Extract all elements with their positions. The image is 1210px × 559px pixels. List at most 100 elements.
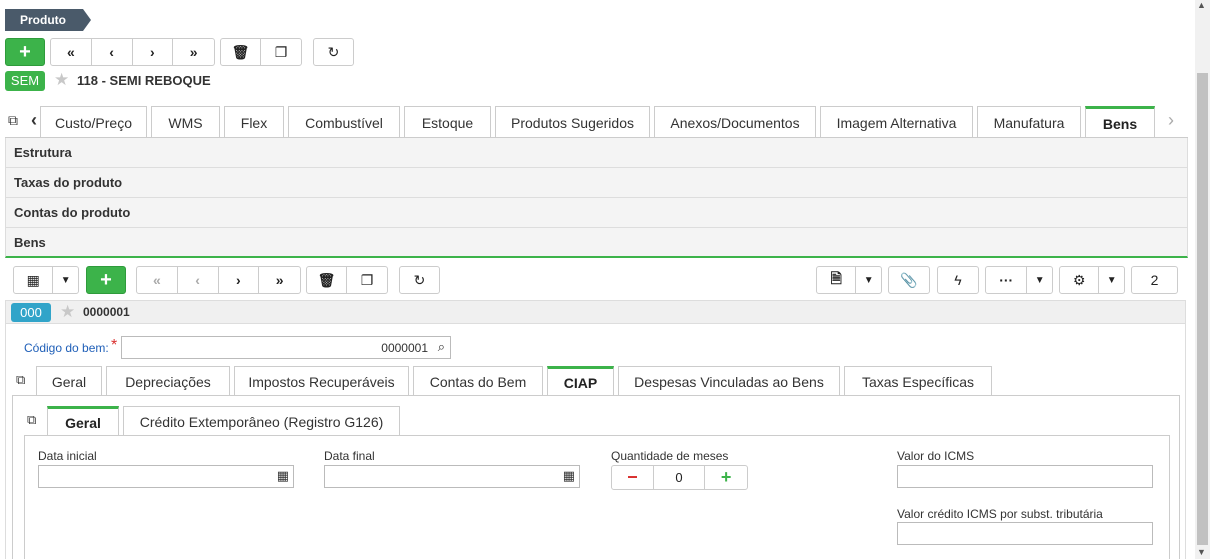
more-button[interactable]: ··· (986, 267, 1028, 293)
data-final-input[interactable]: ▦ (324, 465, 580, 488)
double-chevron-right-icon: » (189, 44, 198, 60)
record-count[interactable]: 2 (1131, 266, 1178, 294)
tab-despesas-vinculadas[interactable]: Despesas Vinculadas ao Bens (618, 366, 840, 396)
tab-anexos-documentos[interactable]: Anexos/Documentos (654, 106, 816, 138)
lightning-icon: ϟ (954, 272, 962, 288)
plus-icon: + (100, 268, 112, 291)
settings-button[interactable]: ⚙ (1060, 267, 1100, 293)
next-bem-button[interactable]: › (219, 267, 260, 293)
inner-tab-list-icon[interactable]: ⧉ (16, 372, 25, 388)
section-bens[interactable]: Bens (5, 228, 1188, 258)
breadcrumb[interactable]: Produto (5, 9, 91, 31)
copy-bem-button[interactable]: ❐ (347, 267, 387, 293)
view-mode-dropdown[interactable]: ▼ (53, 267, 78, 293)
data-inicial-input[interactable]: ▦ (38, 465, 294, 488)
ciap-tab-list-icon[interactable]: ⧉ (27, 412, 36, 428)
data-inicial-label: Data inicial (38, 449, 97, 463)
tab-geral[interactable]: Geral (36, 366, 102, 396)
tab-manufatura[interactable]: Manufatura (977, 106, 1081, 138)
tab-bens[interactable]: Bens (1085, 106, 1155, 138)
status-badge: SEM (5, 71, 45, 91)
double-chevron-right-icon: » (275, 272, 284, 288)
settings-group: ⚙ ▼ (1059, 266, 1125, 294)
report-button[interactable]: 🗎 (817, 267, 857, 293)
required-marker: * (111, 337, 118, 354)
quantidade-input[interactable]: 0 (654, 466, 706, 489)
tab-depreciacoes[interactable]: Depreciações (106, 366, 230, 396)
valor-credito-input[interactable] (897, 522, 1153, 545)
decrement-button[interactable]: − (612, 466, 654, 489)
favorite-star-icon[interactable]: ★ (54, 70, 69, 90)
increment-button[interactable]: + (705, 466, 747, 489)
view-mode-button[interactable]: ▦ (14, 267, 54, 293)
first-record-button[interactable]: « (51, 39, 92, 65)
copy-icon: ❐ (360, 271, 374, 288)
valor-icms-input[interactable] (897, 465, 1153, 488)
inner-tabs: Geral Depreciações Impostos Recuperáveis… (36, 366, 996, 396)
tab-estoque[interactable]: Estoque (404, 106, 491, 138)
tab-credito-extemporaneo[interactable]: Crédito Extemporâneo (Registro G126) (123, 406, 400, 436)
tab-produtos-sugeridos[interactable]: Produtos Sugeridos (495, 106, 650, 138)
table-icon: ▦ (26, 271, 40, 288)
valor-icms-label: Valor do ICMS (897, 449, 975, 463)
search-icon[interactable]: ⌕ (438, 339, 445, 355)
scrollbar-thumb[interactable] (1197, 73, 1208, 545)
double-chevron-left-icon: « (152, 272, 161, 288)
first-bem-button[interactable]: « (137, 267, 178, 293)
tab-ciap[interactable]: CIAP (547, 366, 614, 396)
edit-actions: 🗑 ❐ (220, 38, 302, 66)
tab-taxas-especificas[interactable]: Taxas Específicas (844, 366, 992, 396)
scroll-down-icon[interactable]: ▼ (1197, 547, 1206, 557)
last-bem-button[interactable]: » (259, 267, 300, 293)
copy-button[interactable]: ❐ (261, 39, 301, 65)
last-record-button[interactable]: » (173, 39, 214, 65)
codigo-input[interactable]: 0000001 ⌕ (121, 336, 451, 359)
tab-flex[interactable]: Flex (224, 106, 284, 138)
tabs-scroll-right-icon[interactable]: › (1168, 110, 1174, 131)
refresh-button[interactable]: ↻ (313, 38, 354, 66)
section-estrutura[interactable]: Estrutura (5, 138, 1188, 168)
more-dropdown[interactable]: ▼ (1027, 267, 1052, 293)
minus-icon: − (627, 467, 638, 487)
calendar-icon[interactable]: ▦ (563, 468, 575, 484)
previous-record-button[interactable]: ‹ (92, 39, 133, 65)
next-record-button[interactable]: › (133, 39, 174, 65)
tab-impostos-recuperaveis[interactable]: Impostos Recuperáveis (234, 366, 409, 396)
record-navigation: « ‹ › » (50, 38, 215, 66)
paperclip-icon: 📎 (900, 271, 918, 288)
refresh-icon: ↻ (327, 43, 340, 60)
tab-imagem-alternativa[interactable]: Imagem Alternativa (820, 106, 973, 138)
action-button[interactable]: ϟ (937, 266, 979, 294)
caret-down-icon: ▼ (60, 274, 71, 286)
scroll-up-icon[interactable]: ▲ (1197, 0, 1206, 10)
tab-list-icon[interactable]: ⧉ (8, 112, 18, 129)
caret-down-icon: ▼ (1034, 274, 1045, 286)
caret-down-icon: ▼ (1106, 274, 1117, 286)
quantidade-meses-label: Quantidade de meses (611, 449, 729, 463)
report-dropdown[interactable]: ▼ (856, 267, 881, 293)
settings-dropdown[interactable]: ▼ (1099, 267, 1124, 293)
bem-edit-actions: 🗑 ❐ (306, 266, 388, 294)
attachment-button[interactable]: 📎 (888, 266, 930, 294)
gear-icon: ⚙ (1072, 271, 1086, 288)
previous-bem-button[interactable]: ‹ (178, 267, 219, 293)
tab-combustivel[interactable]: Combustível (288, 106, 400, 138)
refresh-bem-button[interactable]: ↻ (399, 266, 440, 294)
bem-favorite-star-icon[interactable]: ★ (60, 302, 75, 322)
plus-icon: + (720, 467, 732, 487)
add-bem-button[interactable]: + (86, 266, 126, 294)
chevron-left-icon: ‹ (109, 44, 114, 60)
section-taxas-produto[interactable]: Taxas do produto (5, 168, 1188, 198)
add-button[interactable]: + (5, 38, 45, 66)
tab-wms[interactable]: WMS (151, 106, 220, 138)
data-final-label: Data final (324, 449, 375, 463)
calendar-icon[interactable]: ▦ (277, 468, 289, 484)
section-contas-produto[interactable]: Contas do produto (5, 198, 1188, 228)
tab-contas-do-bem[interactable]: Contas do Bem (413, 366, 543, 396)
delete-button[interactable]: 🗑 (221, 39, 262, 65)
tab-custo-preco[interactable]: Custo/Preço (40, 106, 147, 138)
delete-bem-button[interactable]: 🗑 (307, 267, 348, 293)
tabs-scroll-left-icon[interactable]: ‹ (31, 110, 37, 131)
codigo-value: 0000001 (381, 341, 428, 355)
tab-ciap-geral[interactable]: Geral (47, 406, 119, 436)
